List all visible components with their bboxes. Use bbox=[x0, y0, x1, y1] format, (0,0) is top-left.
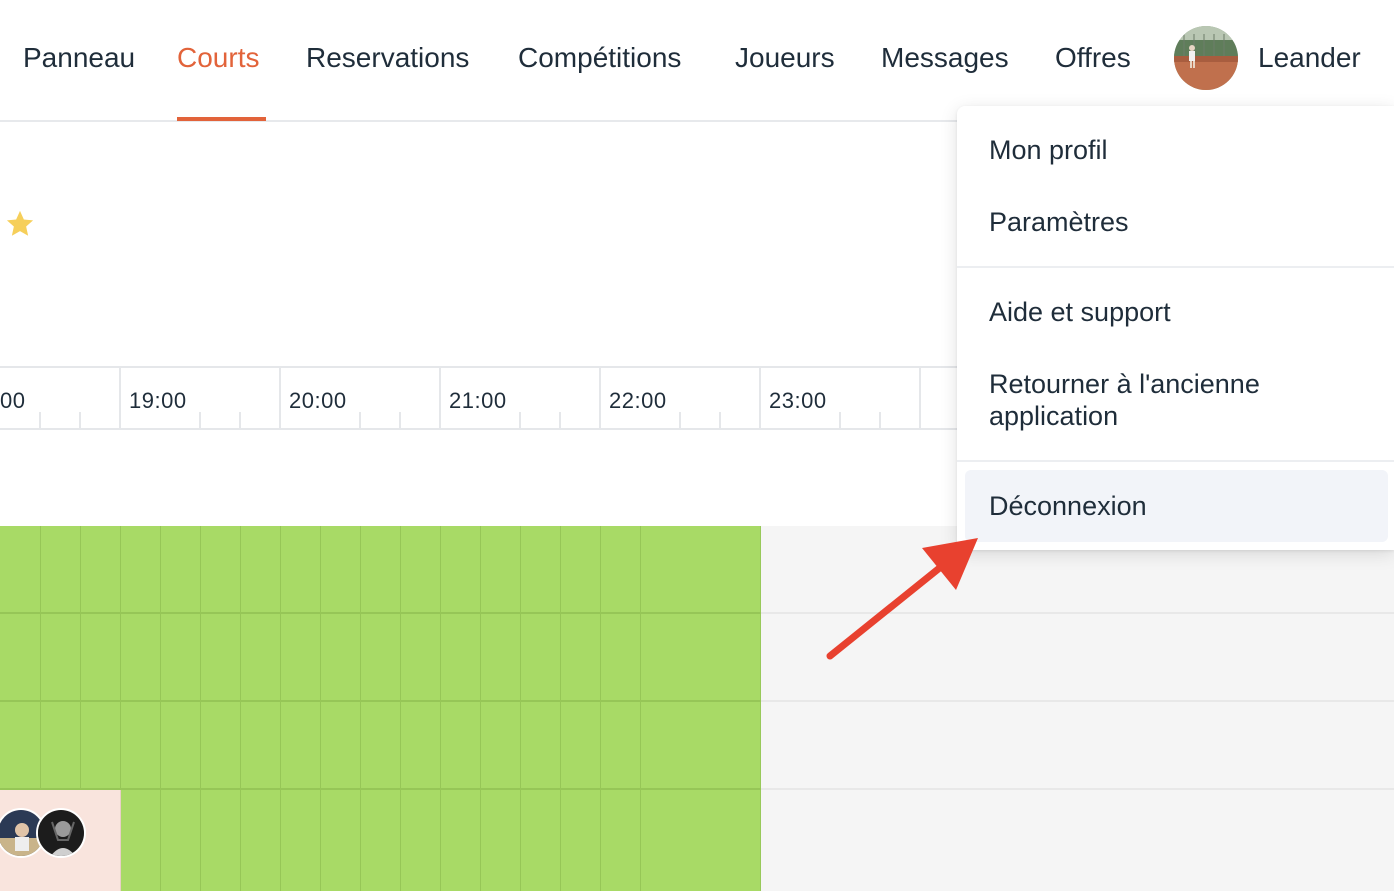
slot-divider bbox=[200, 526, 201, 891]
slot-divider bbox=[280, 526, 281, 891]
nav-item-reservations[interactable]: Reservations bbox=[306, 40, 469, 76]
top-navigation: Panneau Courts Reservations Compétitions… bbox=[0, 0, 1394, 122]
slot-divider bbox=[240, 526, 241, 891]
nav-item-messages[interactable]: Messages bbox=[881, 40, 1009, 76]
user-avatar[interactable] bbox=[1174, 26, 1238, 90]
nav-item-offres[interactable]: Offres bbox=[1055, 40, 1131, 76]
time-label: 00 bbox=[0, 388, 26, 413]
hour-divider bbox=[119, 368, 121, 430]
time-label: 23:00 bbox=[769, 388, 827, 413]
tick-mark bbox=[719, 412, 721, 430]
user-menu-dropdown: Mon profil Paramètres Aide et support Re… bbox=[957, 106, 1394, 550]
time-label: 21:00 bbox=[449, 388, 507, 413]
slot-divider bbox=[440, 526, 441, 891]
avatar-photo bbox=[1174, 26, 1238, 90]
court-schedule-grid bbox=[0, 526, 1394, 891]
nav-item-courts[interactable]: Courts bbox=[177, 40, 259, 76]
slot-divider bbox=[360, 526, 361, 891]
tick-mark bbox=[39, 412, 41, 430]
slot-divider bbox=[480, 526, 481, 891]
tick-mark bbox=[239, 412, 241, 430]
menu-item-settings[interactable]: Paramètres bbox=[989, 206, 1129, 238]
menu-item-old-app[interactable]: Retourner à l'ancienne application bbox=[989, 368, 1349, 432]
tick-mark bbox=[679, 412, 681, 430]
nav-item-joueurs[interactable]: Joueurs bbox=[735, 40, 835, 76]
tick-mark bbox=[839, 412, 841, 430]
hour-divider bbox=[599, 368, 601, 430]
tick-mark bbox=[519, 412, 521, 430]
star-icon[interactable] bbox=[4, 208, 36, 240]
tick-mark bbox=[199, 412, 201, 430]
tick-mark bbox=[559, 412, 561, 430]
slot-divider bbox=[160, 526, 161, 891]
tick-mark bbox=[879, 412, 881, 430]
tick-mark bbox=[399, 412, 401, 430]
slot-divider bbox=[640, 526, 641, 891]
slot-row-divider bbox=[0, 700, 761, 702]
user-name[interactable]: Leander bbox=[1258, 40, 1361, 76]
hour-divider bbox=[759, 368, 761, 430]
menu-item-logout[interactable]: Déconnexion bbox=[989, 490, 1147, 522]
slot-divider bbox=[600, 526, 601, 891]
slot-divider bbox=[400, 526, 401, 891]
tick-mark bbox=[359, 412, 361, 430]
player-avatar bbox=[36, 808, 86, 858]
tick-mark bbox=[79, 412, 81, 430]
nav-item-competitions[interactable]: Compétitions bbox=[518, 40, 681, 76]
hour-divider bbox=[919, 368, 921, 430]
active-tab-underline bbox=[177, 117, 266, 121]
menu-divider bbox=[957, 460, 1394, 462]
slot-divider bbox=[560, 526, 561, 891]
menu-item-profile[interactable]: Mon profil bbox=[989, 134, 1108, 166]
slot-row-divider bbox=[0, 612, 761, 614]
slot-divider bbox=[520, 526, 521, 891]
slot-divider bbox=[320, 526, 321, 891]
nav-item-panneau[interactable]: Panneau bbox=[23, 40, 135, 76]
time-label: 19:00 bbox=[129, 388, 187, 413]
time-label: 20:00 bbox=[289, 388, 347, 413]
hour-divider bbox=[279, 368, 281, 430]
menu-divider bbox=[957, 266, 1394, 268]
menu-item-help-support[interactable]: Aide et support bbox=[989, 296, 1171, 328]
hour-divider bbox=[439, 368, 441, 430]
time-label: 22:00 bbox=[609, 388, 667, 413]
